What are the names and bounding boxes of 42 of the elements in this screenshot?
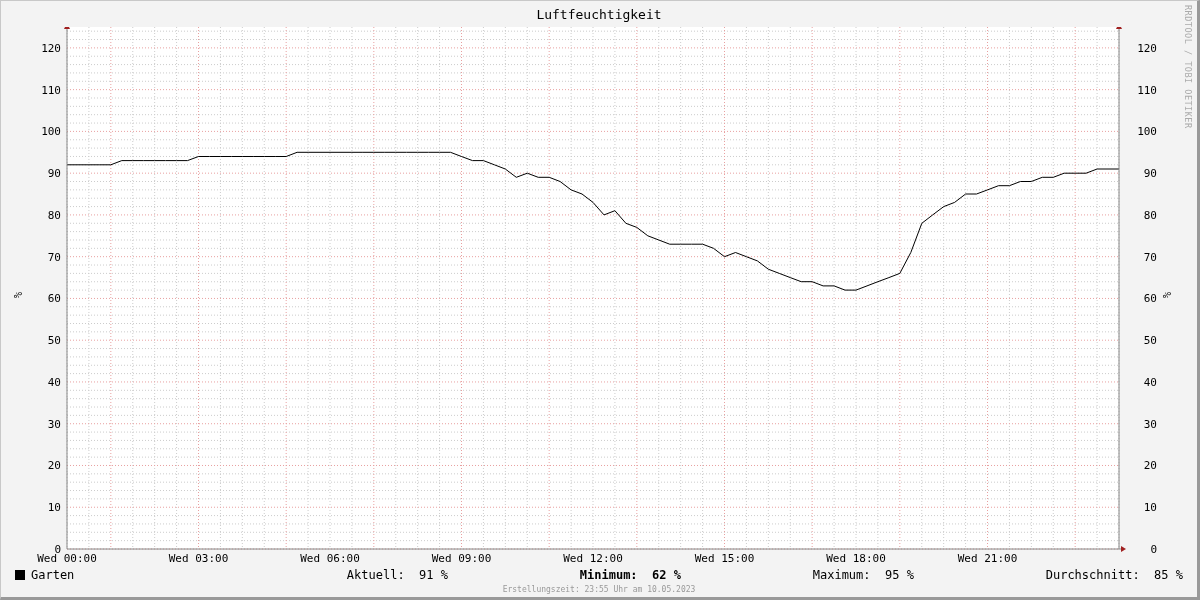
y-tick-label: 100 [41,125,61,139]
y-axis-label: % [1161,292,1172,299]
y-tick-label: 40 [47,375,61,389]
credit-text: RRDTOOL / TOBI OETIKER [1183,5,1193,129]
y-tick-label: 120 [41,41,61,55]
y-tick-label: 100 [1137,125,1157,139]
y-tick-label: 70 [1143,250,1157,264]
legend-stat: Durchschnitt: 85 % [1045,568,1183,582]
y-tick-label: 30 [47,417,61,431]
y-axis-label: % [12,292,23,299]
y-tick-label: 40 [1143,375,1157,389]
y-tick-label: 30 [1143,417,1157,431]
x-tick-label: Wed 12:00 [563,552,623,565]
y-tick-label: 110 [41,83,61,97]
y-tick-label: 10 [47,501,61,515]
x-tick-label: Wed 06:00 [300,552,360,565]
y-tick-label: 110 [1137,83,1157,97]
x-tick-label: Wed 18:00 [826,552,886,565]
legend-stat: Maximum: 95 % [812,568,914,582]
x-tick-label: Wed 21:00 [957,552,1018,565]
chart-title: Luftfeuchtigkeit [536,6,662,22]
y-tick-label: 50 [1143,334,1157,348]
y-tick-label: 20 [1143,459,1157,473]
x-tick-label: Wed 03:00 [168,552,229,565]
y-tick-label: 80 [1143,208,1157,222]
y-tick-label: 90 [1143,167,1157,181]
y-tick-label: 10 [1143,501,1157,515]
y-tick-label: 120 [1137,41,1157,55]
legend-series-name: Garten [31,568,75,582]
y-tick-label: 0 [1150,543,1157,556]
y-tick-label: 60 [47,292,61,306]
x-tick-label: Wed 15:00 [694,552,755,565]
y-tick-label: 50 [47,334,61,348]
timestamp-text: Erstellungszeit: 23:55 Uhr am 10.05.2023 [502,584,696,594]
legend-stat: Minimum: 62 % [579,568,681,582]
y-tick-label: 20 [47,459,61,473]
x-tick-label: Wed 09:00 [431,552,492,565]
y-tick-label: 90 [47,167,61,181]
legend-stat: Aktuell: 91 % [346,568,448,582]
y-tick-label: 60 [1143,292,1157,306]
y-tick-label: 80 [47,208,61,222]
y-tick-label: 70 [47,250,61,264]
